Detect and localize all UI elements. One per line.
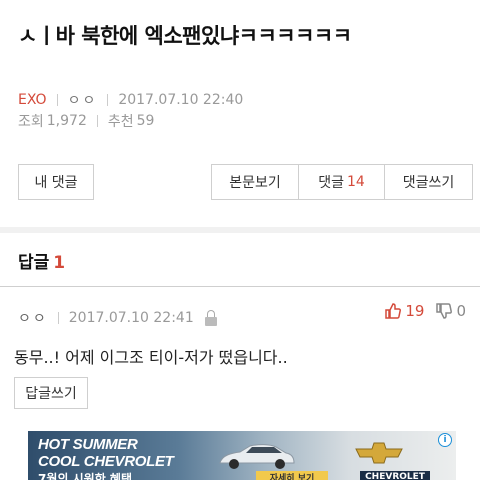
- post-title: ㅅㅣ바 북한에 엑소팬있냐ㅋㅋㅋㅋㅋㅋ: [18, 24, 352, 48]
- view-post-button[interactable]: 본문보기: [211, 164, 299, 200]
- section-divider: [0, 227, 480, 233]
- upvote-button[interactable]: 19: [385, 302, 424, 320]
- upvote-count: 19: [405, 302, 425, 320]
- replies-count: 1: [53, 253, 66, 273]
- post-category[interactable]: EXO: [18, 92, 47, 108]
- post-stats: 조회 1,972 추천 59: [18, 111, 154, 131]
- downvote-count: 0: [456, 302, 466, 320]
- ad-subline: 7월의 시원한 혜택: [38, 472, 132, 480]
- meta-divider: [57, 312, 59, 324]
- comment-author: ㅇㅇ: [18, 311, 48, 327]
- post-datetime: 2017.07.10 22:40: [118, 92, 244, 108]
- replies-header: 답글 1: [18, 248, 65, 273]
- replies-label: 답글: [18, 253, 50, 273]
- meta-divider: [107, 94, 109, 106]
- car-image: [219, 444, 295, 469]
- recommend-count: 59: [136, 113, 155, 129]
- meta-divider: [96, 115, 98, 127]
- downvote-button[interactable]: 0: [436, 302, 466, 320]
- my-comments-button[interactable]: 내 댓글: [18, 164, 94, 200]
- post-meta: EXO ㅇㅇ 2017.07.10 22:40: [18, 90, 243, 110]
- post-author: ㅇㅇ: [67, 93, 98, 109]
- comment-body: 동무..! 어제 이그조 티이-저가 떴읍니다..: [14, 348, 288, 367]
- meta-divider: [56, 94, 58, 106]
- replies-divider: [0, 286, 480, 287]
- views-label: 조회: [18, 114, 44, 130]
- ad-brand-label: CHEVROLET: [360, 471, 430, 480]
- write-reply-button[interactable]: 답글쓰기: [14, 377, 88, 409]
- thumb-down-icon: [436, 303, 453, 319]
- lock-icon[interactable]: [204, 310, 218, 326]
- post-action-group: 본문보기 댓글 14 댓글쓰기: [211, 164, 473, 200]
- recommend-label: 추천: [107, 114, 134, 130]
- write-comment-button[interactable]: 댓글쓰기: [384, 164, 473, 200]
- ad-cta-button[interactable]: 자세히 보기: [256, 471, 328, 480]
- views-count: 1,972: [46, 113, 87, 129]
- chevrolet-logo: [355, 442, 403, 464]
- ad-headline-2: COOL CHEVROLET: [38, 453, 174, 470]
- comments-label: 댓글: [318, 175, 344, 191]
- thumb-up-icon: [385, 303, 402, 319]
- ad-banner[interactable]: HOT SUMMER COOL CHEVROLET 7월의 시원한 혜택 자세히…: [28, 431, 456, 480]
- comment-datetime: 2017.07.10 22:41: [68, 310, 194, 326]
- comment-votes: 19 0: [385, 302, 466, 320]
- comments-button[interactable]: 댓글 14: [298, 164, 385, 200]
- ad-info-icon[interactable]: i: [438, 433, 452, 447]
- ad-headline-1: HOT SUMMER: [38, 436, 138, 453]
- comment-meta: ㅇㅇ 2017.07.10 22:41: [18, 307, 218, 329]
- comments-count: 14: [346, 174, 365, 190]
